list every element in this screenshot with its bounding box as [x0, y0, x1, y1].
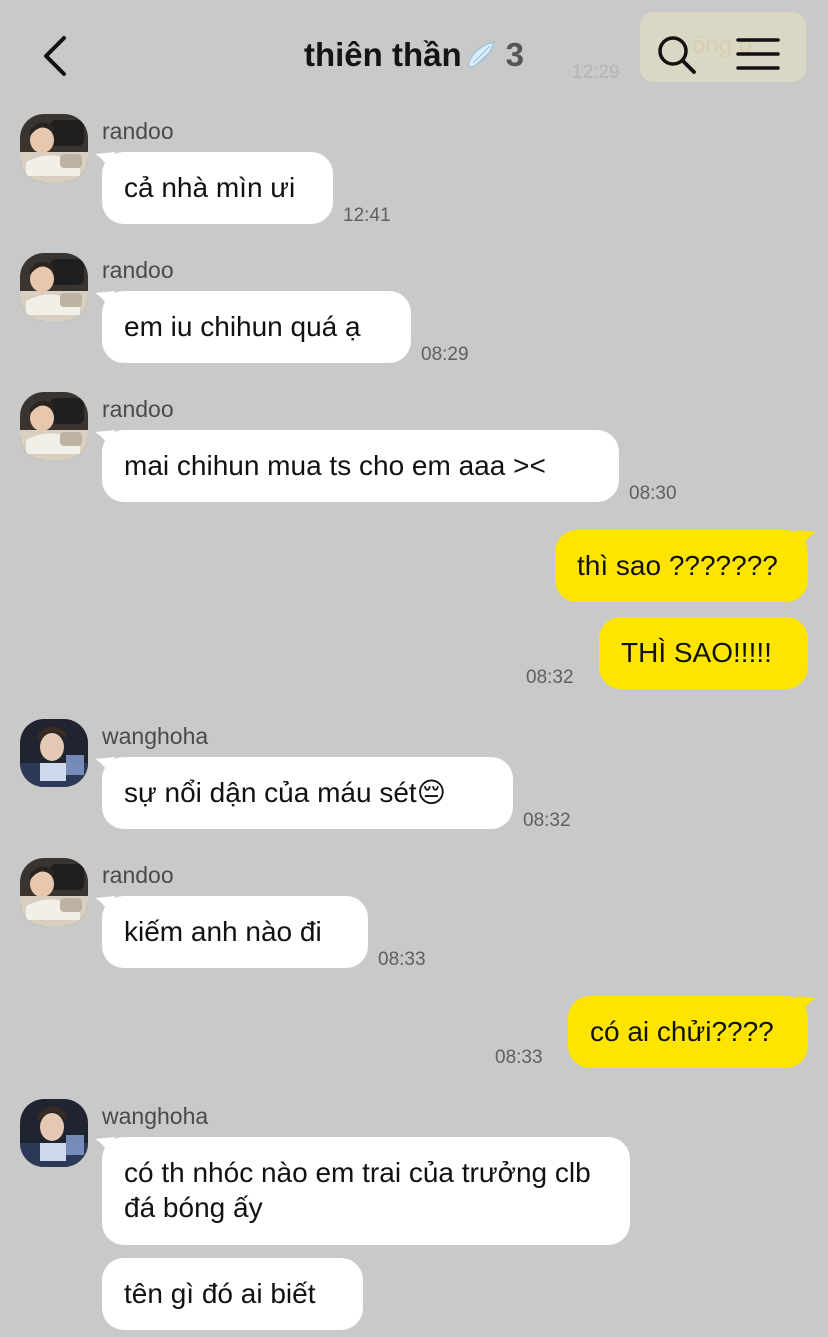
- sender-name: randoo: [102, 118, 174, 144]
- search-icon[interactable]: [656, 34, 698, 76]
- my-message-bubble[interactable]: THÌ SAO!!!!!: [599, 617, 808, 689]
- sender-name: wanghoha: [102, 723, 209, 749]
- message-bubble[interactable]: mai chihun mua ts cho em aaa ><: [102, 430, 619, 502]
- sender-name: wanghoha: [102, 1103, 209, 1129]
- my-message-bubble[interactable]: có ai chửi????: [568, 996, 808, 1068]
- message-time: 08:32: [526, 667, 574, 688]
- sender-name: randoo: [102, 396, 174, 422]
- message-bubble[interactable]: sự nổi dận của máu sét😔: [102, 757, 513, 829]
- message-bubble[interactable]: cả nhà mìn ưi: [102, 152, 333, 224]
- sender-name: randoo: [102, 862, 174, 888]
- avatar-randoo[interactable]: [20, 858, 88, 926]
- message-time: 12:41: [343, 205, 391, 226]
- member-count: 3: [505, 36, 524, 73]
- chat-title: thiên thần: [303, 36, 462, 73]
- avatar-randoo[interactable]: [20, 392, 88, 460]
- avatar-wanghoha[interactable]: [20, 1099, 88, 1167]
- message-bubble[interactable]: kiếm anh nào đi: [102, 896, 368, 968]
- my-message-bubble[interactable]: thì sao ???????: [555, 530, 808, 602]
- menu-icon[interactable]: [736, 36, 780, 72]
- message-bubble[interactable]: có th nhóc nào em trai của trưởng clb đá…: [102, 1137, 630, 1245]
- wing-icon: [466, 40, 495, 68]
- message-time: 08:30: [629, 483, 677, 504]
- ghost-timestamp: 12:29: [572, 62, 620, 83]
- avatar-randoo[interactable]: [20, 114, 88, 182]
- avatar-randoo[interactable]: [20, 253, 88, 321]
- chat-header: thiên thần 3 12:29 ông ớ: [0, 0, 828, 110]
- message-bubble[interactable]: em iu chihun quá ạ: [102, 291, 411, 363]
- message-bubble[interactable]: tên gì đó ai biết: [102, 1258, 363, 1330]
- sender-name: randoo: [102, 257, 174, 283]
- message-time: 08:33: [378, 949, 426, 970]
- message-time: 08:32: [523, 810, 571, 831]
- avatar-wanghoha[interactable]: [20, 719, 88, 787]
- message-time: 08:29: [421, 344, 469, 365]
- message-time: 08:33: [495, 1047, 543, 1068]
